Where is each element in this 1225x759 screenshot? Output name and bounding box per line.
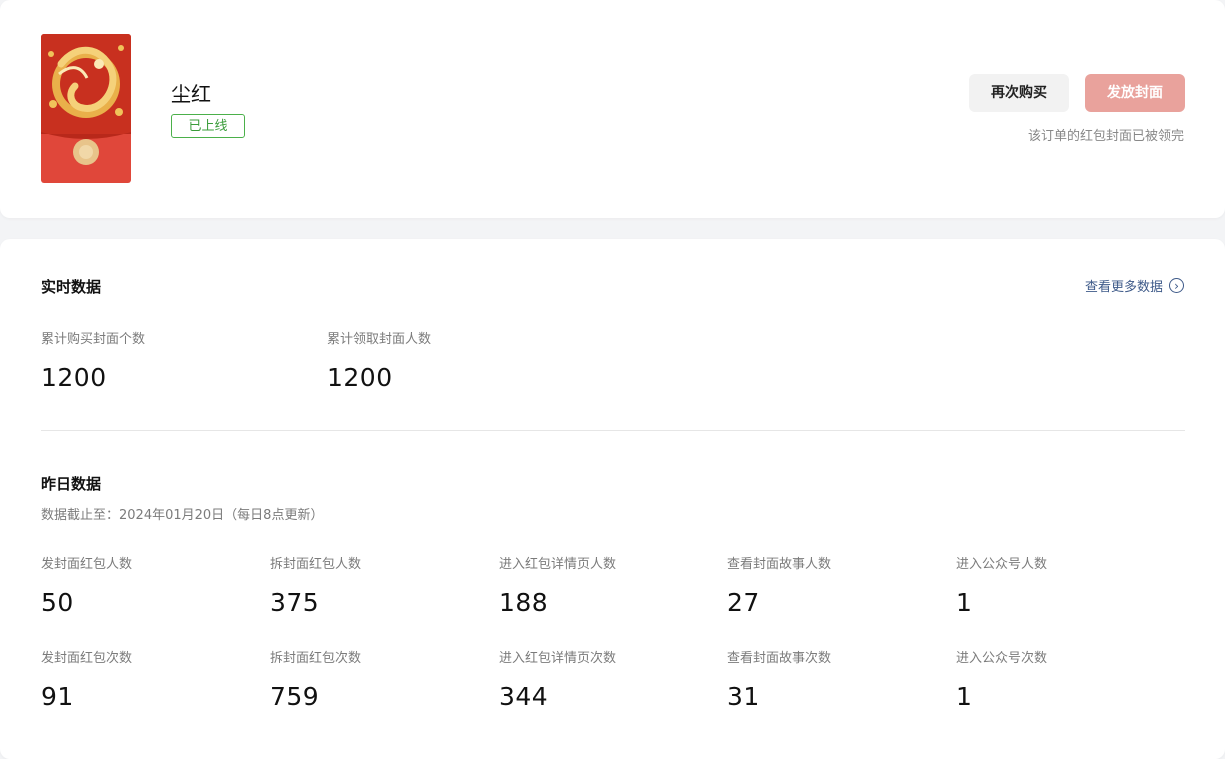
- data-card: 实时数据 查看更多数据 › 累计购买封面个数 1200 累计领取封面人数 120…: [0, 239, 1225, 759]
- metric-story-view-count: 查看封面故事次数 31: [727, 647, 831, 711]
- metric-value: 1: [956, 588, 973, 617]
- metric-label: 发封面红包人数: [41, 557, 133, 572]
- view-more-data-label: 查看更多数据: [1084, 280, 1163, 295]
- metric-official-account-users: 进入公众号人数 1: [956, 553, 1047, 617]
- rebuy-button[interactable]: 再次购买: [969, 74, 1069, 112]
- chevron-right-circle-icon: ›: [1169, 278, 1184, 293]
- metric-official-account-count: 进入公众号次数 1: [956, 647, 1047, 711]
- metric-value: 1200: [327, 363, 393, 392]
- metric-value: 759: [270, 682, 320, 711]
- data-cutoff-note: 数据截止至：2024年01月20日（每日8点更新）: [41, 508, 324, 523]
- metric-value: 1200: [41, 363, 107, 392]
- order-summary-card: 尘红 已上线 再次购买 发放封面 该订单的红包封面已被领完: [0, 0, 1225, 218]
- metric-total-claimed: 累计领取封面人数 1200: [327, 328, 431, 392]
- metric-detail-page-count: 进入红包详情页次数 344: [499, 647, 616, 711]
- metric-value: 91: [41, 682, 74, 711]
- metric-label: 累计领取封面人数: [327, 332, 432, 347]
- metric-value: 31: [727, 682, 760, 711]
- section-divider: [41, 430, 1185, 431]
- metric-value: 27: [727, 588, 760, 617]
- metric-open-users: 拆封面红包人数 375: [270, 553, 361, 617]
- metric-detail-page-users: 进入红包详情页人数 188: [499, 553, 616, 617]
- metric-label: 进入公众号人数: [956, 557, 1048, 572]
- view-more-data-link[interactable]: 查看更多数据 ›: [1085, 276, 1184, 295]
- red-envelope-cover-image: [41, 34, 131, 183]
- yesterday-section-title: 昨日数据: [41, 475, 102, 493]
- metric-label: 查看封面故事人数: [727, 557, 832, 572]
- metric-open-count: 拆封面红包次数 759: [270, 647, 361, 711]
- metric-value: 375: [270, 588, 320, 617]
- metric-story-viewers: 查看封面故事人数 27: [727, 553, 831, 617]
- metric-label: 进入红包详情页次数: [499, 651, 617, 666]
- metric-value: 188: [499, 588, 549, 617]
- metric-value: 1: [956, 682, 973, 711]
- sold-out-notice: 该订单的红包封面已被领完: [1027, 129, 1184, 144]
- issue-cover-button[interactable]: 发放封面: [1085, 74, 1185, 112]
- metric-total-purchased: 累计购买封面个数 1200: [41, 328, 145, 392]
- metric-label: 进入红包详情页人数: [499, 557, 617, 572]
- metric-label: 拆封面红包次数: [270, 651, 362, 666]
- metric-label: 累计购买封面个数: [41, 332, 146, 347]
- realtime-section-title: 实时数据: [41, 278, 102, 296]
- metric-send-count: 发封面红包次数 91: [41, 647, 132, 711]
- metric-value: 50: [41, 588, 74, 617]
- metric-label: 发封面红包次数: [41, 651, 133, 666]
- status-badge: 已上线: [171, 114, 245, 138]
- metric-value: 344: [499, 682, 549, 711]
- metric-label: 查看封面故事次数: [727, 651, 832, 666]
- metric-label: 拆封面红包人数: [270, 557, 362, 572]
- metric-label: 进入公众号次数: [956, 651, 1048, 666]
- dragon-cover-icon: [41, 34, 131, 183]
- metric-send-users: 发封面红包人数 50: [41, 553, 132, 617]
- order-title: 尘红: [171, 82, 211, 106]
